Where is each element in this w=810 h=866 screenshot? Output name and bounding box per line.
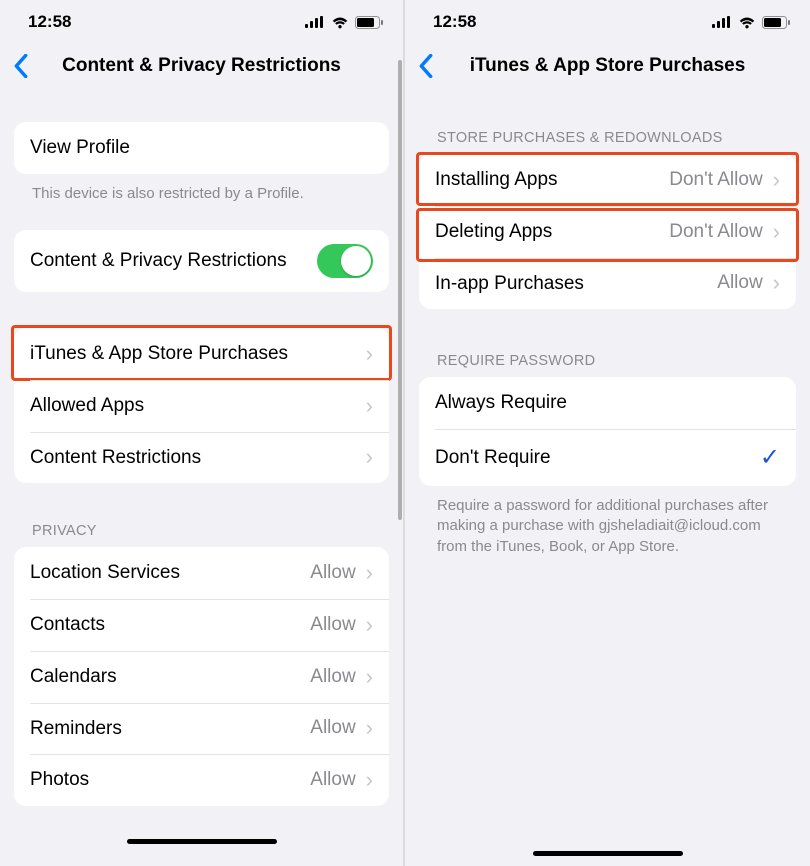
- battery-icon: [762, 16, 790, 29]
- row-label: Reminders: [30, 717, 310, 741]
- row-value: Allow: [310, 614, 355, 636]
- itunes-appstore-row[interactable]: iTunes & App Store Purchases ›: [14, 328, 389, 380]
- content-restrictions-row[interactable]: Content Restrictions ›: [14, 432, 389, 484]
- row-value: Don't Allow: [669, 221, 762, 243]
- row-label: Calendars: [30, 665, 310, 689]
- cellular-icon: [305, 16, 325, 28]
- calendars-row[interactable]: Calendars Allow ›: [14, 651, 389, 703]
- nav-bar: Content & Privacy Restrictions: [0, 44, 403, 88]
- view-profile-link: View Profile: [30, 136, 373, 160]
- privacy-header: PRIVACY: [14, 523, 389, 547]
- row-value: Allow: [717, 272, 762, 294]
- nav-bar: iTunes & App Store Purchases: [405, 44, 810, 88]
- location-services-row[interactable]: Location Services Allow ›: [14, 547, 389, 599]
- page-title: Content & Privacy Restrictions: [33, 55, 395, 77]
- home-indicator[interactable]: [127, 839, 277, 844]
- contacts-row[interactable]: Contacts Allow ›: [14, 599, 389, 651]
- row-label: Don't Require: [435, 446, 760, 470]
- row-label: Location Services: [30, 561, 310, 585]
- toggle-label: Content & Privacy Restrictions: [30, 249, 317, 273]
- row-value: Allow: [310, 666, 355, 688]
- row-value: Allow: [310, 717, 355, 739]
- cellular-icon: [712, 16, 732, 28]
- row-label: In-app Purchases: [435, 272, 717, 296]
- password-footnote: Require a password for additional purcha…: [419, 486, 796, 557]
- home-indicator[interactable]: [533, 851, 683, 856]
- toggle-on-icon[interactable]: [317, 244, 373, 278]
- store-purchases-header: STORE PURCHASES & REDOWNLOADS: [419, 130, 796, 154]
- main-toggle-group: Content & Privacy Restrictions: [14, 230, 389, 292]
- row-label: Contacts: [30, 613, 310, 637]
- chevron-right-icon: ›: [366, 614, 373, 636]
- row-label: Installing Apps: [435, 168, 669, 192]
- battery-icon: [355, 16, 383, 29]
- installing-apps-row[interactable]: Installing Apps Don't Allow ›: [419, 154, 796, 206]
- always-require-row[interactable]: Always Require: [419, 377, 796, 429]
- status-icons: [712, 16, 790, 29]
- chevron-right-icon: ›: [366, 562, 373, 584]
- row-label: Allowed Apps: [30, 394, 366, 418]
- store-purchases-group: Installing Apps Don't Allow › Deleting A…: [419, 154, 796, 309]
- row-label: Content Restrictions: [30, 446, 366, 470]
- in-app-purchases-row[interactable]: In-app Purchases Allow ›: [419, 258, 796, 310]
- chevron-right-icon: ›: [366, 395, 373, 417]
- chevron-right-icon: ›: [366, 717, 373, 739]
- row-label: Always Require: [435, 391, 780, 415]
- page-title: iTunes & App Store Purchases: [438, 55, 802, 77]
- row-value: Allow: [310, 769, 355, 791]
- deleting-apps-row[interactable]: Deleting Apps Don't Allow ›: [419, 206, 796, 258]
- checkmark-icon: ✓: [760, 443, 780, 472]
- purchases-group: iTunes & App Store Purchases › Allowed A…: [14, 328, 389, 483]
- status-bar: 12:58: [405, 0, 810, 44]
- chevron-right-icon: ›: [366, 666, 373, 688]
- row-label: iTunes & App Store Purchases: [30, 342, 366, 366]
- allowed-apps-row[interactable]: Allowed Apps ›: [14, 380, 389, 432]
- chevron-right-icon: ›: [366, 343, 373, 365]
- profile-group: View Profile: [14, 122, 389, 174]
- photos-row[interactable]: Photos Allow ›: [14, 754, 389, 806]
- status-icons: [305, 16, 383, 29]
- scrollbar[interactable]: [398, 60, 402, 520]
- chevron-right-icon: ›: [773, 272, 780, 294]
- chevron-left-icon: [419, 54, 433, 78]
- chevron-right-icon: ›: [366, 446, 373, 468]
- wifi-icon: [331, 16, 349, 29]
- chevron-right-icon: ›: [366, 769, 373, 791]
- row-value: Allow: [310, 562, 355, 584]
- chevron-right-icon: ›: [773, 169, 780, 191]
- status-bar: 12:58: [0, 0, 403, 44]
- chevron-right-icon: ›: [773, 221, 780, 243]
- privacy-group: Location Services Allow › Contacts Allow…: [14, 547, 389, 806]
- row-value: Don't Allow: [669, 169, 762, 191]
- require-password-header: REQUIRE PASSWORD: [419, 353, 796, 377]
- reminders-row[interactable]: Reminders Allow ›: [14, 703, 389, 755]
- profile-footnote: This device is also restricted by a Prof…: [14, 174, 389, 204]
- content-privacy-toggle-row[interactable]: Content & Privacy Restrictions: [14, 230, 389, 292]
- row-label: Deleting Apps: [435, 220, 669, 244]
- view-profile-row[interactable]: View Profile: [14, 122, 389, 174]
- require-password-group: Always Require Don't Require ✓: [419, 377, 796, 486]
- chevron-left-icon: [14, 54, 28, 78]
- status-time: 12:58: [28, 12, 71, 32]
- row-label: Photos: [30, 768, 310, 792]
- dont-require-row[interactable]: Don't Require ✓: [419, 429, 796, 486]
- wifi-icon: [738, 16, 756, 29]
- status-time: 12:58: [433, 12, 476, 32]
- screen-itunes-appstore: 12:58 iTunes & App Store Purchases STORE…: [405, 0, 810, 866]
- screen-content-privacy: 12:58 Content & Privacy Restrictions Vie…: [0, 0, 405, 866]
